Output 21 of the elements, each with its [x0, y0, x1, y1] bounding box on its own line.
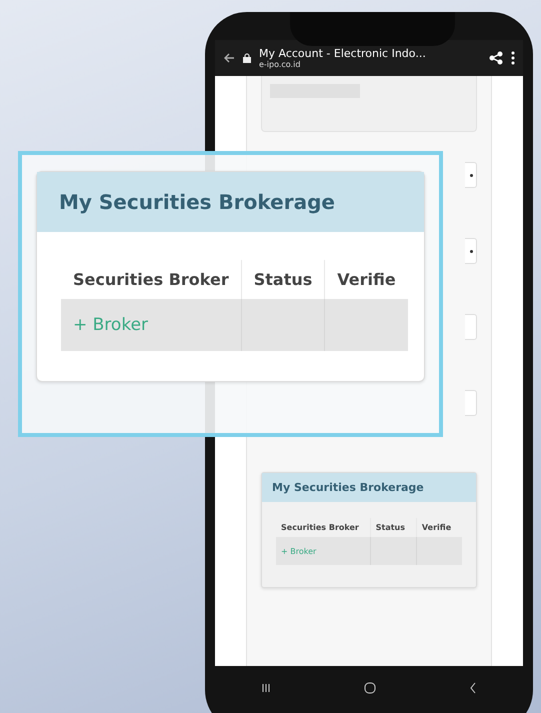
- column-header: Securities Broker: [280, 522, 360, 534]
- home-icon[interactable]: [364, 682, 376, 694]
- add-broker-link[interactable]: + Broker: [276, 537, 370, 565]
- table-cell: [370, 537, 416, 565]
- input-field[interactable]: [465, 390, 477, 416]
- card-title: My Securities Brokerage: [37, 172, 424, 232]
- back-icon[interactable]: [468, 682, 477, 694]
- share-icon[interactable]: [489, 51, 503, 65]
- lock-icon: [243, 53, 251, 63]
- column-header: Securities Broker: [72, 269, 230, 291]
- more-icon[interactable]: [511, 51, 515, 65]
- card-title: My Securities Brokerage: [262, 473, 476, 502]
- select-field[interactable]: [465, 162, 477, 188]
- recent-apps-icon[interactable]: [261, 683, 272, 693]
- select-field[interactable]: [465, 238, 477, 264]
- add-broker-link[interactable]: + Broker: [61, 299, 241, 351]
- table-cell: [416, 537, 462, 565]
- page-title: My Account - Electronic Indo...: [259, 47, 427, 60]
- back-arrow-icon[interactable]: [223, 52, 235, 64]
- input-field[interactable]: [465, 314, 477, 340]
- page-url: e-ipo.co.id: [259, 60, 302, 69]
